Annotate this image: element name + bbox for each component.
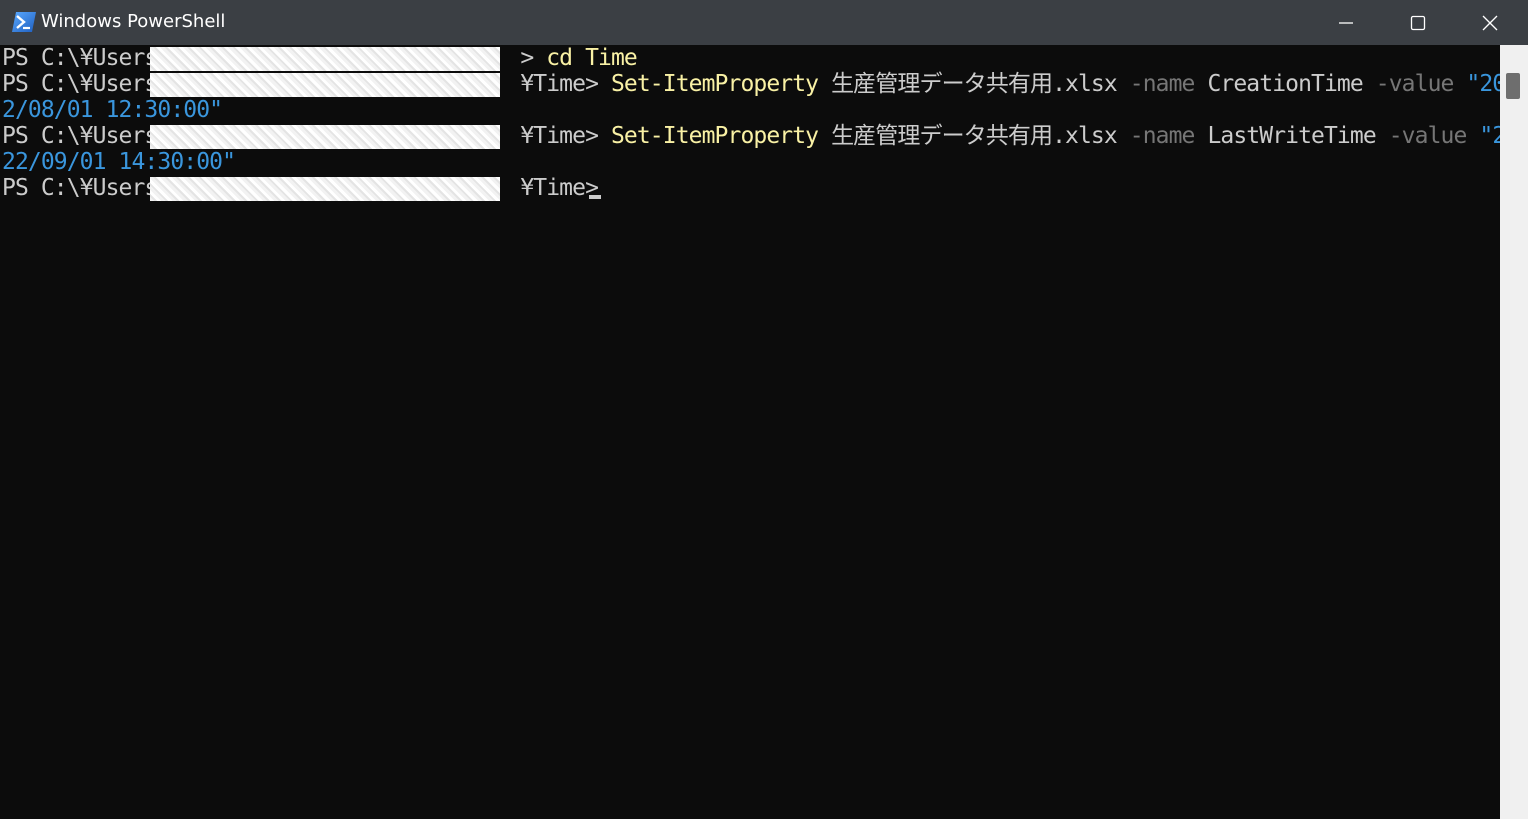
file-argument: 生産管理データ共有用.xlsx — [818, 123, 1130, 149]
prompt-path: PS C:\¥Users¥ — [2, 123, 171, 149]
property-argument: LastWriteTime — [1194, 123, 1389, 149]
minimize-icon — [1339, 21, 1353, 24]
maximize-icon — [1410, 15, 1426, 30]
scrollbar-thumb[interactable] — [1506, 73, 1520, 99]
close-icon — [1482, 15, 1498, 30]
close-button[interactable] — [1454, 0, 1526, 45]
redacted-path — [150, 177, 500, 201]
vertical-scrollbar[interactable] — [1500, 45, 1528, 819]
prompt-path: PS C:\¥Users¥ — [2, 71, 171, 97]
redacted-path — [150, 73, 500, 97]
parameter-name: -name — [1129, 71, 1196, 97]
redacted-username — [150, 47, 500, 71]
maximize-button[interactable] — [1382, 0, 1454, 45]
prompt-suffix: ¥Time> — [520, 123, 611, 149]
property-argument: CreationTime — [1194, 71, 1376, 97]
minimize-button[interactable] — [1310, 0, 1382, 45]
cmdlet-name: Set-ItemProperty — [610, 71, 819, 97]
window-title: Windows PowerShell — [41, 11, 226, 32]
parameter-value: -value — [1375, 71, 1455, 97]
parameter-name: -name — [1129, 123, 1196, 149]
redacted-path — [150, 125, 500, 149]
string-value: "202 — [1466, 71, 1500, 97]
terminal-line-wrap: 22/09/01 14:30:00" — [2, 149, 236, 175]
title-bar[interactable]: Windows PowerShell — [0, 0, 1528, 45]
command-text: cd Time — [546, 45, 638, 71]
prompt-suffix: > — [520, 45, 547, 71]
text-cursor — [589, 195, 601, 199]
file-argument: 生産管理データ共有用.xlsx — [818, 71, 1130, 97]
string-value: "20 — [1479, 123, 1500, 149]
prompt-path: PS C:\¥Users¥ — [2, 175, 171, 201]
prompt-path: PS C:\¥Users¥ — [2, 45, 171, 71]
terminal-line-wrap: 2/08/01 12:30:00" — [2, 97, 223, 123]
powershell-icon — [12, 12, 36, 32]
cmdlet-name: Set-ItemProperty — [610, 123, 819, 149]
prompt-suffix: ¥Time> — [520, 71, 611, 97]
terminal-output[interactable]: PS C:\¥Users¥ > cd Time PS C:\¥Users¥ ¥Tim… — [0, 45, 1500, 819]
parameter-value: -value — [1388, 123, 1468, 149]
